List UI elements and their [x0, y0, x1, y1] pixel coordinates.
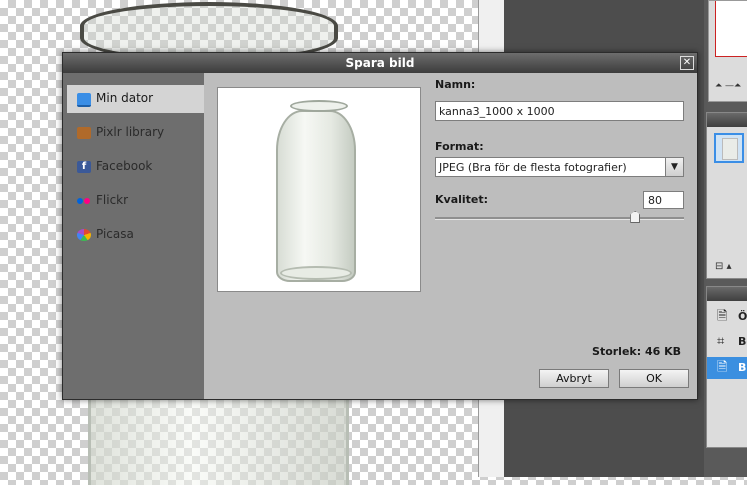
- save-options-panel: Namn: Format: JPEG (Bra för de flesta fo…: [204, 73, 697, 399]
- history-panel: 🗎 Ö ⌗ Be 🗎 Bi: [706, 286, 747, 448]
- dialog-titlebar[interactable]: Spara bild ✕: [63, 53, 697, 73]
- sidebar-item-label: Facebook: [96, 159, 153, 173]
- sidebar-item-picasa[interactable]: Picasa: [67, 221, 204, 249]
- bottle-base: [280, 266, 352, 280]
- canvas-jar-image-bottom: [88, 395, 349, 485]
- history-item-label: Ö: [738, 310, 747, 323]
- library-icon: [77, 127, 91, 139]
- sidebar-item-pixlr-library[interactable]: Pixlr library: [67, 119, 204, 147]
- quality-label: Kvalitet:: [435, 193, 489, 206]
- picasa-icon: [77, 229, 91, 241]
- quality-slider-handle[interactable]: [630, 211, 641, 223]
- quality-slider[interactable]: [435, 211, 684, 223]
- crop-icon: ⌗: [717, 334, 725, 349]
- sidebar-item-label: Pixlr library: [96, 125, 165, 139]
- flickr-icon: [77, 195, 91, 207]
- document-edit-icon: 🗎: [717, 309, 728, 324]
- format-select[interactable]: JPEG (Bra för de flesta fotografier) ▼: [435, 157, 684, 177]
- facebook-icon: f: [77, 161, 91, 173]
- save-image-dialog: Spara bild ✕ Min dator Pixlr library f F…: [62, 52, 698, 400]
- history-item-label: Be: [738, 335, 747, 348]
- layer-thumbnail[interactable]: [714, 133, 744, 163]
- sidebar-item-facebook[interactable]: f Facebook: [67, 153, 204, 181]
- name-label: Namn:: [435, 78, 476, 91]
- format-label: Format:: [435, 140, 484, 153]
- bottle-rim: [290, 100, 348, 112]
- save-destination-sidebar: Min dator Pixlr library f Facebook Flick…: [63, 73, 204, 399]
- dialog-title: Spara bild: [345, 56, 415, 70]
- image-preview: [217, 87, 421, 292]
- sidebar-item-label: Min dator: [96, 91, 154, 105]
- sidebar-item-label: Flickr: [96, 193, 129, 207]
- navigator-zoom-slider[interactable]: ⏶ —⏶: [715, 81, 745, 91]
- history-item-active[interactable]: 🗎 Bi: [707, 357, 747, 379]
- layers-panel: ⊟ ▴: [706, 112, 747, 279]
- chevron-down-icon[interactable]: ▼: [665, 158, 683, 176]
- document-edit-icon: 🗎: [717, 360, 728, 375]
- navigator-thumbnail[interactable]: [715, 1, 747, 57]
- file-size-text: Storlek: 46 KB: [592, 345, 681, 358]
- history-item-label: Bi: [738, 361, 747, 374]
- bottle-body: [276, 110, 356, 282]
- history-item[interactable]: ⌗ Be: [707, 331, 747, 353]
- sidebar-item-flickr[interactable]: Flickr: [67, 187, 204, 215]
- sidebar-item-my-computer[interactable]: Min dator: [67, 85, 204, 113]
- format-select-value: JPEG (Bra för de flesta fotografier): [439, 161, 627, 174]
- monitor-icon: [77, 93, 91, 107]
- close-button[interactable]: ✕: [680, 56, 694, 70]
- ok-button[interactable]: OK: [619, 369, 689, 388]
- layer-options-icon[interactable]: ⊟ ▴: [715, 261, 732, 272]
- history-header: [707, 287, 747, 301]
- cancel-button[interactable]: Avbryt: [539, 369, 609, 388]
- history-item[interactable]: 🗎 Ö: [707, 306, 747, 328]
- navigator-panel: ⏶ —⏶: [708, 0, 747, 102]
- sidebar-item-label: Picasa: [96, 227, 134, 241]
- quality-input[interactable]: 80: [643, 191, 684, 209]
- file-name-input[interactable]: [435, 101, 684, 121]
- layers-header: [707, 113, 747, 127]
